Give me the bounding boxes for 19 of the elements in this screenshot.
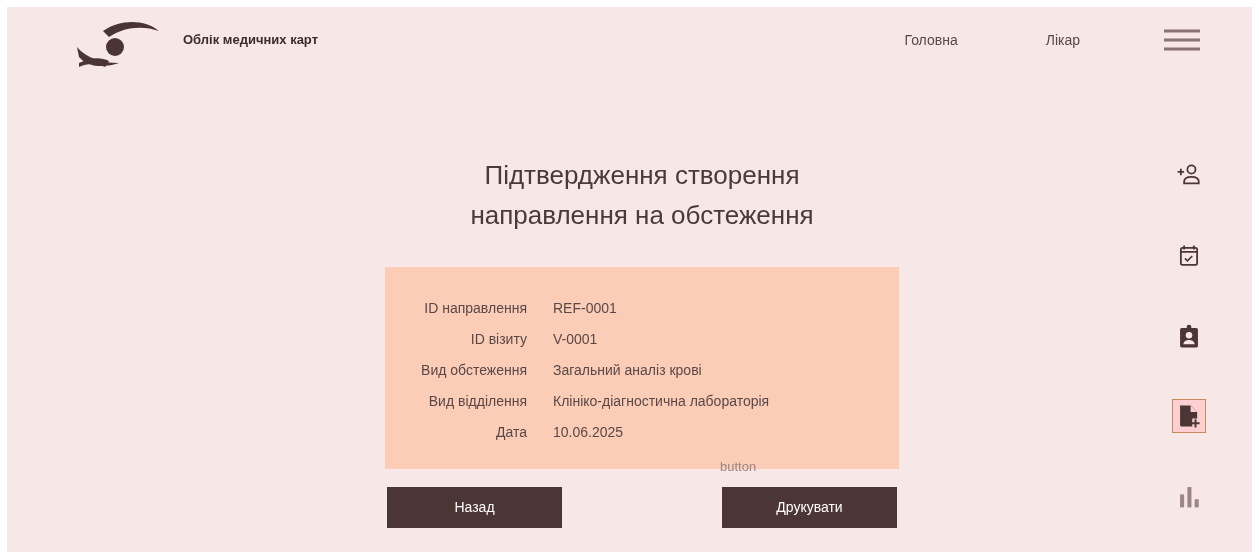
action-button[interactable]: Назад <box>387 487 562 528</box>
page-heading: Підтвердження створення направлення на обстеження <box>469 159 815 232</box>
field-label: Вид відділення <box>427 392 527 411</box>
field-label: Дата <box>495 423 527 442</box>
field-value: V-0001 <box>553 330 599 349</box>
field-value: REF-0001 <box>553 299 618 318</box>
nav-link[interactable]: Головна <box>904 29 958 51</box>
menu-icon[interactable] <box>1164 28 1200 52</box>
ghost-label: button <box>720 458 757 476</box>
field-label: ID візиту <box>469 330 527 349</box>
field-value: Клініко-діагностична лабораторія <box>553 392 771 411</box>
tool-button[interactable] <box>1172 399 1206 433</box>
field-value: Загальний аналіз крові <box>553 361 703 380</box>
field-value: 10.06.2025 <box>553 423 625 442</box>
nav-link[interactable]: Лікар <box>1045 29 1080 51</box>
field-label: ID направлення <box>423 299 527 318</box>
action-button[interactable]: Друкувати <box>722 487 897 528</box>
app-title: Облік медичних карт <box>183 31 318 50</box>
field-label: Вид обстеження <box>420 361 527 380</box>
